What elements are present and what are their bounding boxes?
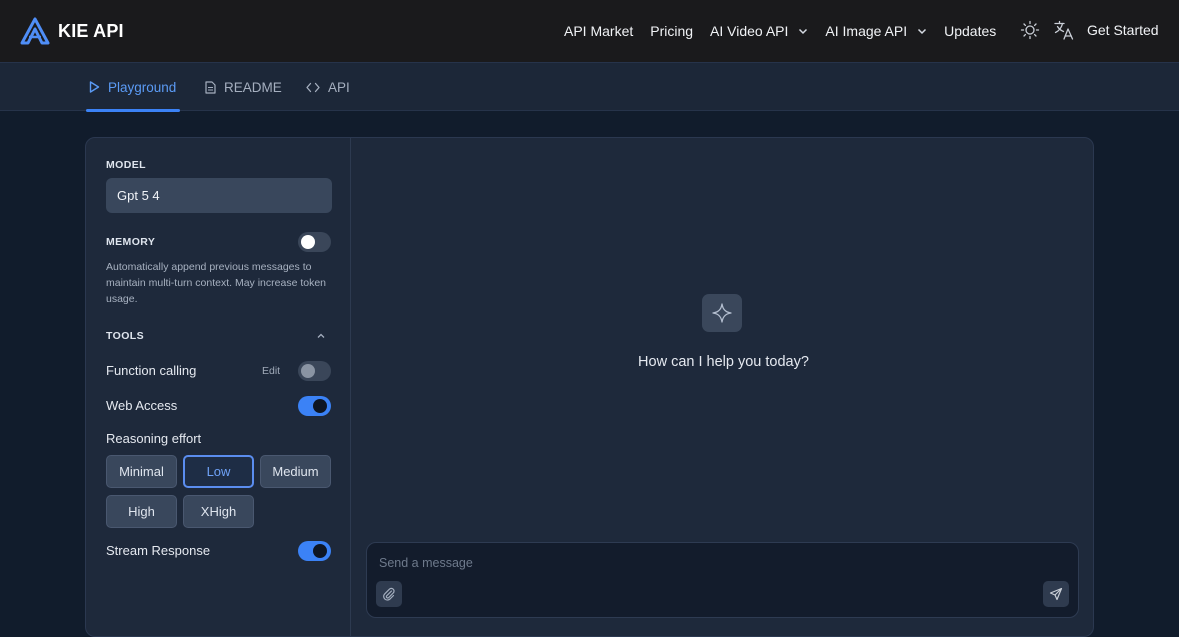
model-label: MODEL xyxy=(106,159,146,171)
nav-api-market[interactable]: API Market xyxy=(564,23,633,39)
stream-response-toggle[interactable] xyxy=(298,541,331,561)
memory-description: Automatically append previous messages t… xyxy=(106,261,327,305)
code-icon xyxy=(306,82,320,92)
reasoning-effort-label: Reasoning effort xyxy=(106,431,202,446)
nav-tools: Get Started xyxy=(1019,19,1159,41)
translate-icon xyxy=(1054,20,1074,40)
nav-ai-video-api-label: AI Video API xyxy=(710,23,789,39)
send-icon xyxy=(1049,587,1063,601)
message-input[interactable] xyxy=(379,552,1059,574)
model-select[interactable]: Gpt 5 4 xyxy=(106,178,332,213)
web-access-label: Web Access xyxy=(106,398,178,413)
send-button[interactable] xyxy=(1043,581,1069,607)
tools-label: TOOLS xyxy=(106,330,144,342)
nav-ai-video-api[interactable]: AI Video API xyxy=(710,23,808,39)
tab-playground-label: Playground xyxy=(108,79,177,95)
empty-state-greeting: How can I help you today? xyxy=(638,354,809,370)
tab-playground[interactable]: Playground xyxy=(85,63,181,112)
attach-button[interactable] xyxy=(376,581,402,607)
nav-updates[interactable]: Updates xyxy=(944,23,996,39)
language-button[interactable] xyxy=(1053,19,1075,41)
nav-ai-image-api-label: AI Image API xyxy=(825,23,908,39)
sparkle-icon xyxy=(712,303,732,323)
theme-toggle-button[interactable] xyxy=(1019,19,1041,41)
nav-ai-image-api[interactable]: AI Image API xyxy=(825,23,927,39)
toggle-knob xyxy=(313,399,327,413)
get-started-button[interactable]: Get Started xyxy=(1087,22,1159,38)
toggle-knob xyxy=(301,235,315,249)
chevron-up-icon[interactable] xyxy=(315,330,327,342)
stream-response-label: Stream Response xyxy=(106,543,211,558)
brand[interactable]: KIE API xyxy=(20,17,124,45)
assistant-badge xyxy=(702,294,742,332)
nav-pricing-label: Pricing xyxy=(650,23,694,39)
tab-readme-label: README xyxy=(224,79,282,95)
effort-low-button[interactable]: Low xyxy=(183,455,254,488)
sun-icon xyxy=(1020,20,1040,40)
effort-medium-button[interactable]: Medium xyxy=(260,455,331,488)
brand-name: KIE API xyxy=(58,20,124,41)
nav-pricing[interactable]: Pricing xyxy=(650,23,693,39)
main-nav: API Market Pricing AI Video API AI Image… xyxy=(564,0,1013,62)
tab-readme[interactable]: README xyxy=(205,63,282,111)
function-calling-label: Function calling xyxy=(106,363,197,378)
web-access-toggle[interactable] xyxy=(298,396,331,416)
tab-api[interactable]: API xyxy=(306,63,350,111)
function-calling-toggle[interactable] xyxy=(298,361,331,381)
paperclip-icon xyxy=(383,587,395,601)
chevron-down-icon xyxy=(799,28,808,35)
effort-xhigh-button[interactable]: XHigh xyxy=(183,495,254,528)
kie-logo-icon xyxy=(20,17,50,45)
function-calling-edit-button[interactable]: Edit xyxy=(262,365,280,377)
memory-label: MEMORY xyxy=(106,236,156,248)
nav-api-market-label: API Market xyxy=(564,23,634,39)
effort-minimal-button[interactable]: Minimal xyxy=(106,455,177,488)
top-navbar: KIE API API Market Pricing AI Video API … xyxy=(0,0,1179,62)
tab-api-label: API xyxy=(328,79,350,95)
message-composer xyxy=(366,542,1079,618)
play-icon xyxy=(89,81,100,93)
settings-sidebar: MODEL Gpt 5 4 MEMORY Automatically appen… xyxy=(86,138,351,636)
playground-panel: MODEL Gpt 5 4 MEMORY Automatically appen… xyxy=(85,137,1094,637)
effort-high-button[interactable]: High xyxy=(106,495,177,528)
tab-bar: Playground README API xyxy=(0,62,1179,112)
nav-updates-label: Updates xyxy=(944,23,997,39)
chevron-down-icon xyxy=(918,28,927,35)
document-icon xyxy=(205,80,216,94)
toggle-knob xyxy=(301,364,315,378)
memory-toggle[interactable] xyxy=(298,232,331,252)
toggle-knob xyxy=(313,544,327,558)
chat-area: How can I help you today? xyxy=(352,138,1093,636)
